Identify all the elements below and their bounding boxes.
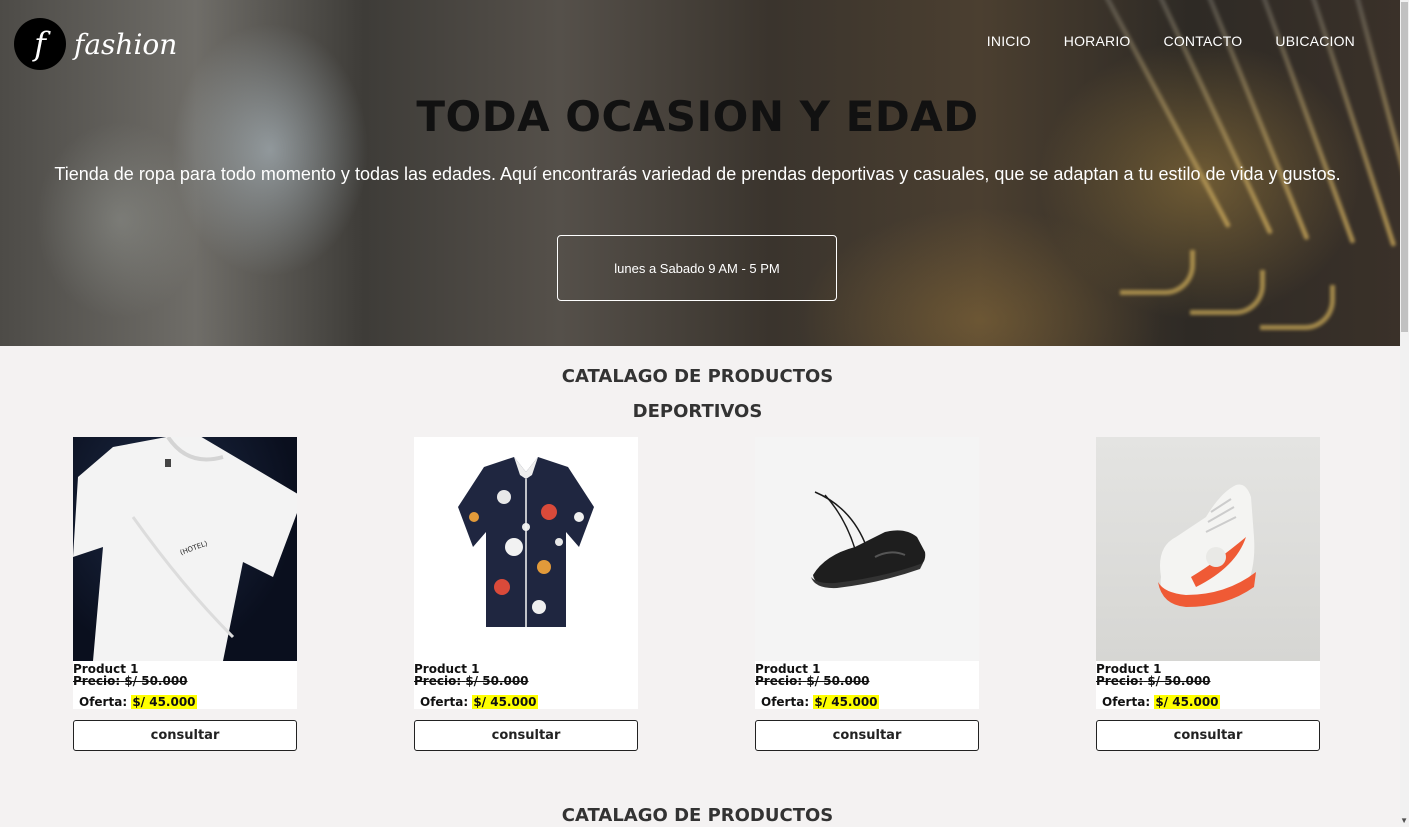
brand-logo[interactable]: f fashion xyxy=(14,18,177,70)
product-card: Product 1 Precio: $/ 50.000 Oferta: $/ 4… xyxy=(755,437,979,751)
nav-inicio[interactable]: INICIO xyxy=(987,33,1031,49)
consultar-button[interactable]: consultar xyxy=(414,720,638,751)
consultar-button[interactable]: consultar xyxy=(73,720,297,751)
product-price: Precio: $/ 50.000 xyxy=(414,674,529,688)
product-info: Product 1 Precio: $/ 50.000 Oferta: $/ 4… xyxy=(755,661,979,709)
product-offer: Oferta: $/ 45.000 xyxy=(79,695,197,709)
orange-sneaker-image xyxy=(1096,437,1320,661)
nav-ubicacion[interactable]: UBICACION xyxy=(1275,33,1355,49)
product-price: Precio: $/ 50.000 xyxy=(755,674,870,688)
category-title: DEPORTIVOS xyxy=(632,401,763,422)
product-card: Product 1 Precio: $/ 50.000 Oferta: $/ 4… xyxy=(1096,437,1320,751)
page: f fashion INICIO HORARIO CONTACTO UBICAC… xyxy=(0,0,1409,827)
product-card: Product 1 Precio: $/ 50.000 Oferta: $/ 4… xyxy=(414,437,638,751)
hanger-decoration xyxy=(1260,285,1335,330)
next-catalog-title: CATALAGO DE PRODUCTOS xyxy=(561,805,834,826)
product-info: Product 1 Precio: $/ 50.000 Oferta: $/ 4… xyxy=(73,661,297,709)
product-card: (HOTEL) Product 1 Precio: $/ 50.000 Ofer… xyxy=(73,437,297,751)
product-info: Product 1 Precio: $/ 50.000 Oferta: $/ 4… xyxy=(414,661,638,709)
white-tshirt-image: (HOTEL) xyxy=(73,437,297,661)
product-offer: Oferta: $/ 45.000 xyxy=(420,695,538,709)
main-nav: INICIO HORARIO CONTACTO UBICACION xyxy=(954,33,1355,49)
hanger-decoration xyxy=(1120,250,1195,295)
product-offer: Oferta: $/ 45.000 xyxy=(1102,695,1220,709)
product-offer: Oferta: $/ 45.000 xyxy=(761,695,879,709)
hours-box: lunes a Sabado 9 AM - 5 PM xyxy=(557,235,837,301)
product-price: Precio: $/ 50.000 xyxy=(73,674,188,688)
consultar-button[interactable]: consultar xyxy=(1096,720,1320,751)
floral-shirt-image xyxy=(414,437,638,661)
scroll-down-arrow-icon[interactable]: ▼ xyxy=(1400,816,1408,825)
scrollbar-thumb[interactable] xyxy=(1401,2,1408,332)
hero-title: TODA OCASION Y EDAD xyxy=(416,92,979,141)
black-sneaker-image xyxy=(755,437,979,661)
catalog-title: CATALAGO DE PRODUCTOS xyxy=(561,366,834,387)
product-price: Precio: $/ 50.000 xyxy=(1096,674,1211,688)
hero-description: Tienda de ropa para todo momento y todas… xyxy=(54,164,1341,184)
scrollbar[interactable]: ▼ xyxy=(1400,0,1409,827)
brand-name: fashion xyxy=(74,27,178,61)
nav-contacto[interactable]: CONTACTO xyxy=(1164,33,1243,49)
hero-banner: f fashion INICIO HORARIO CONTACTO UBICAC… xyxy=(0,0,1400,346)
consultar-button[interactable]: consultar xyxy=(755,720,979,751)
product-info: Product 1 Precio: $/ 50.000 Oferta: $/ 4… xyxy=(1096,661,1320,709)
nav-horario[interactable]: HORARIO xyxy=(1064,33,1131,49)
hanger-decoration xyxy=(1190,270,1265,315)
logo-icon: f xyxy=(14,18,66,70)
